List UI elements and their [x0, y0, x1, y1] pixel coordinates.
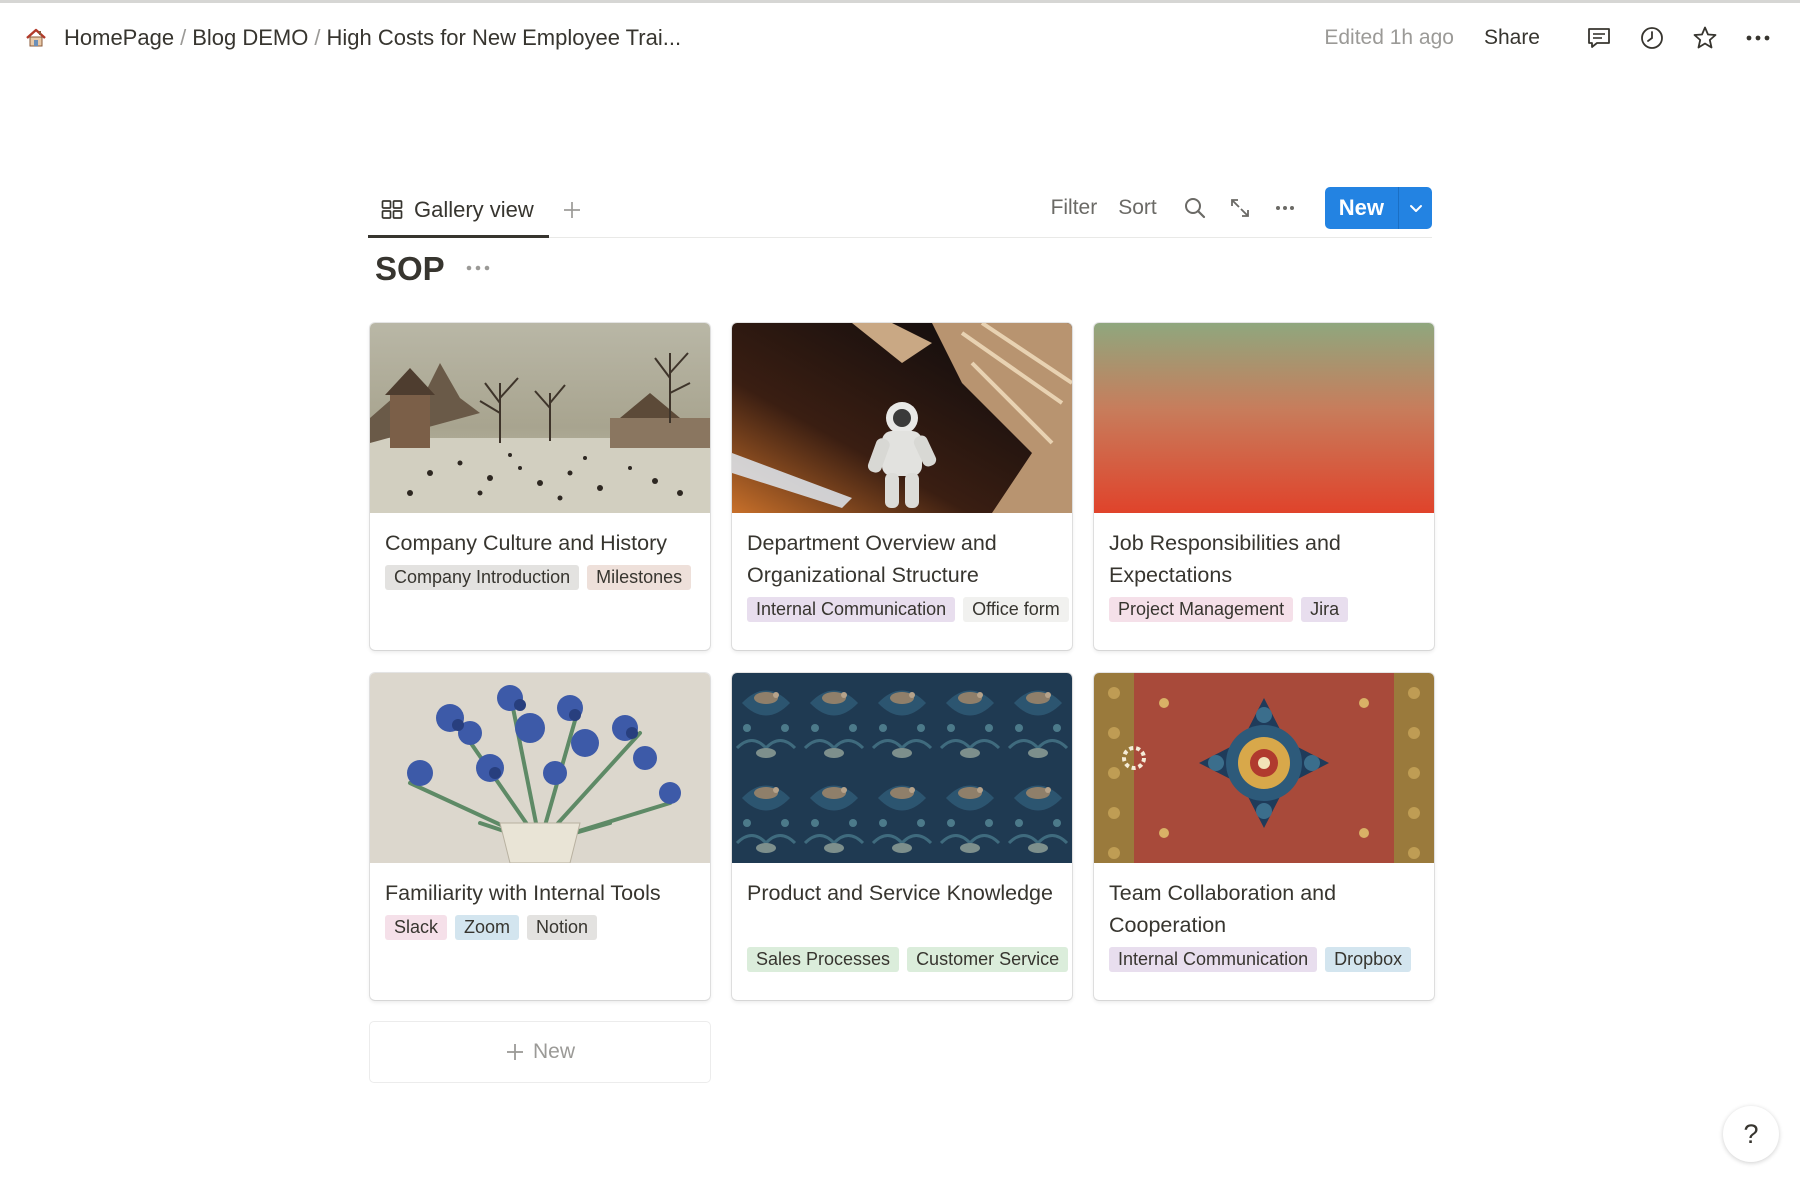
edited-timestamp: Edited 1h ago: [1324, 26, 1454, 49]
card-tags: Internal Communication Office form: [732, 591, 1072, 622]
gallery-card[interactable]: Department Overview and Organizational S…: [732, 323, 1072, 650]
topbar-actions: Edited 1h ago Share: [1324, 18, 1778, 58]
new-button-group: New: [1324, 187, 1432, 229]
card-cover-gradient: [1094, 323, 1434, 513]
tag: Slack: [385, 915, 448, 940]
card-cover-winter-landscape: [370, 323, 710, 513]
more-options-icon[interactable]: [1738, 18, 1778, 58]
card-title: Product and Service Knowledge: [747, 881, 1053, 905]
card-cover-carpet-pattern: [1094, 673, 1434, 863]
card-cover-astronaut: [732, 323, 1072, 513]
card-title: Department Overview and Organizational S…: [747, 531, 997, 587]
card-tags: Project Management Jira: [1094, 591, 1434, 622]
add-new-card-button[interactable]: New: [370, 1022, 710, 1082]
card-title: Job Responsibilities and Expectations: [1109, 531, 1341, 587]
tag: Sales Processes: [747, 947, 900, 972]
chevron-down-icon[interactable]: [1398, 187, 1432, 229]
database-title[interactable]: SOP: [375, 250, 445, 288]
card-title: Company Culture and History: [385, 531, 668, 555]
gallery-card[interactable]: Job Responsibilities and Expectations Pr…: [1094, 323, 1434, 650]
card-tags: Internal Communication Dropbox: [1094, 941, 1434, 972]
breadcrumb-item-current-page[interactable]: High Costs for New Employee Trai...: [322, 25, 685, 51]
view-actions: Filter Sort New: [1051, 186, 1432, 230]
tag: Milestones: [587, 565, 692, 590]
top-bar: HomePage / Blog DEMO / High Costs for Ne…: [0, 3, 1800, 73]
tab-gallery-view[interactable]: Gallery view: [368, 184, 549, 238]
card-title: Familiarity with Internal Tools: [385, 881, 661, 905]
tag: Company Introduction: [385, 565, 580, 590]
tag: Customer Service: [907, 947, 1069, 972]
tag: Office form: [963, 597, 1069, 622]
share-button[interactable]: Share: [1484, 26, 1540, 50]
comments-icon[interactable]: [1579, 18, 1619, 58]
database-title-row: SOP: [375, 250, 491, 288]
search-icon[interactable]: [1178, 191, 1212, 225]
gallery-card[interactable]: Company Culture and History Company Intr…: [370, 323, 710, 650]
plus-icon: [506, 1044, 523, 1060]
tag: Internal Communication: [1109, 947, 1318, 972]
tag: Jira: [1301, 597, 1349, 622]
star-icon[interactable]: [1685, 18, 1725, 58]
clock-history-icon[interactable]: [1632, 18, 1672, 58]
gallery-grid-icon: [381, 199, 403, 219]
breadcrumb-separator: /: [180, 25, 187, 50]
breadcrumb-separator: /: [314, 25, 321, 50]
new-button[interactable]: New: [1324, 187, 1398, 229]
house-icon[interactable]: [22, 24, 50, 52]
tag: Notion: [527, 915, 598, 940]
tag: Dropbox: [1325, 947, 1412, 972]
gallery-card[interactable]: Familiarity with Internal Tools Slack Zo…: [370, 673, 710, 1000]
help-button[interactable]: ?: [1723, 1106, 1779, 1162]
tag: Internal Communication: [747, 597, 956, 622]
breadcrumb-item-blog-demo[interactable]: Blog DEMO: [188, 25, 312, 51]
card-cover-irises: [370, 673, 710, 863]
card-title: Team Collaboration and Cooperation: [1109, 881, 1337, 937]
card-cover-bird-pattern: [732, 673, 1072, 863]
tag: Project Management: [1109, 597, 1294, 622]
add-view-plus-icon[interactable]: [556, 194, 588, 226]
view-toolbar: Gallery view Filter Sort New: [368, 184, 1432, 238]
tab-label: Gallery view: [414, 196, 534, 222]
expand-arrows-icon[interactable]: [1223, 191, 1257, 225]
card-tags: Sales Processes Customer Service: [732, 941, 1072, 972]
sort-button[interactable]: Sort: [1118, 196, 1157, 220]
card-tags: Slack Zoom Notion: [370, 909, 710, 940]
breadcrumb: HomePage / Blog DEMO / High Costs for Ne…: [22, 24, 685, 52]
view-more-icon[interactable]: [1268, 191, 1302, 225]
tag: Zoom: [455, 915, 520, 940]
breadcrumb-item-homepage[interactable]: HomePage: [60, 25, 178, 51]
card-tags: Company Introduction Milestones: [370, 559, 710, 590]
gallery-card[interactable]: Team Collaboration and Cooperation Inter…: [1094, 673, 1434, 1000]
add-new-card-label: New: [532, 1040, 575, 1063]
database-more-icon[interactable]: [465, 260, 491, 278]
gallery-card[interactable]: Product and Service Knowledge Sales Proc…: [732, 673, 1072, 1000]
filter-button[interactable]: Filter: [1051, 196, 1098, 220]
